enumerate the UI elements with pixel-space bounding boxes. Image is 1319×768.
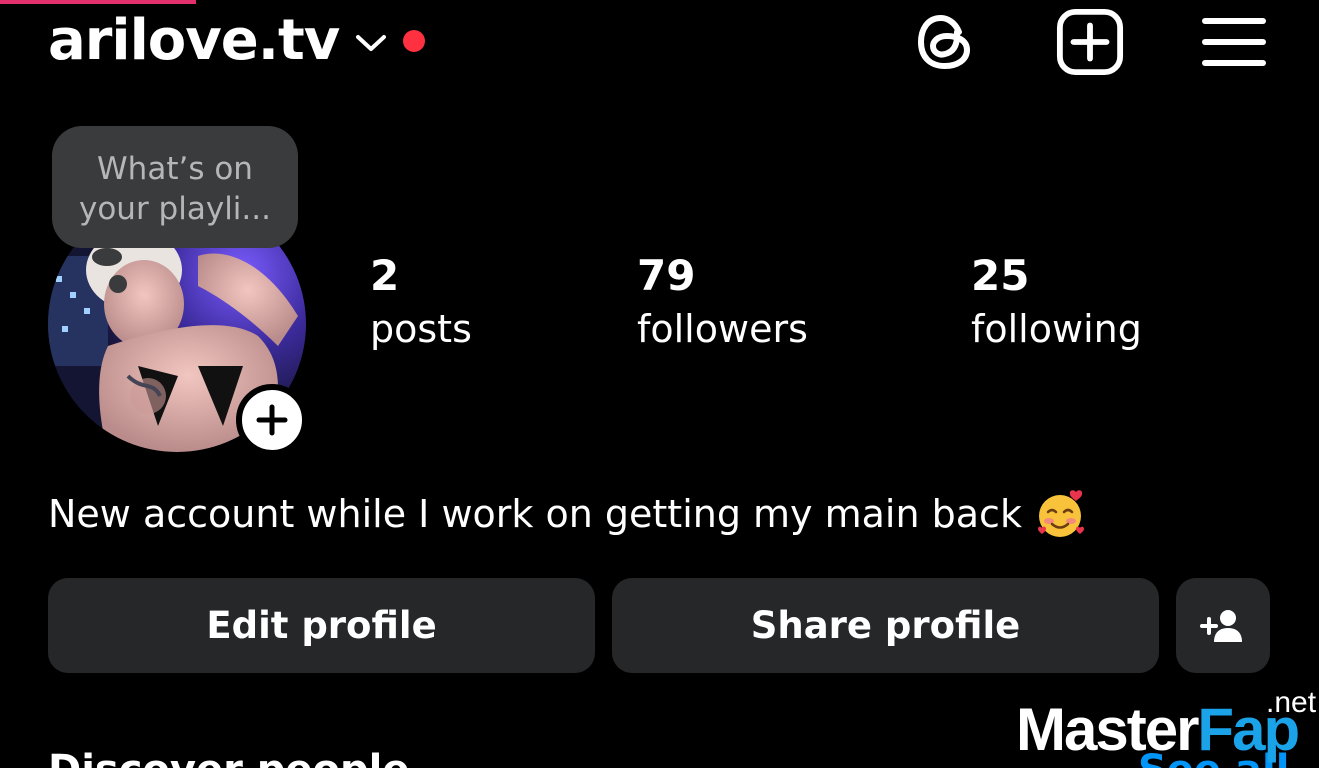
posts-count: 2 [370,251,400,300]
plus-icon [256,404,288,436]
share-profile-label: Share profile [750,604,1021,647]
profile-screen: arilove.tv What’s on your playli... 2 po… [0,0,1319,768]
notification-dot [403,30,426,52]
add-person-icon [1200,609,1242,642]
watermark-suffix: .net [1266,686,1317,719]
following-stat[interactable]: 25 following [971,252,1142,358]
followers-label: followers [637,307,808,351]
posts-stat[interactable]: 2 posts [370,252,472,358]
smiling-face-with-hearts-emoji [1037,490,1084,537]
followers-count: 79 [637,251,696,300]
chevron-down-icon[interactable] [355,33,387,53]
edit-profile-button[interactable]: Edit profile [48,578,595,673]
bio: New account while I work on getting my m… [48,486,1088,542]
profile-header: arilove.tv [48,6,426,76]
top-accent-bar [0,0,196,4]
following-label: following [971,307,1142,351]
note-text-line2: your playli... [79,191,271,227]
note-tail-small [109,275,127,293]
threads-icon[interactable] [912,8,980,76]
create-post-icon[interactable] [1056,8,1124,76]
menu-icon[interactable] [1200,8,1268,76]
add-story-button[interactable] [236,384,308,456]
discover-people-button[interactable] [1176,578,1270,673]
followers-stat[interactable]: 79 followers [637,252,808,358]
username[interactable]: arilove.tv [48,13,340,69]
edit-profile-label: Edit profile [206,604,437,647]
share-profile-button[interactable]: Share profile [612,578,1159,673]
note-text-line1: What’s on [97,151,253,187]
following-count: 25 [971,251,1030,300]
note-tail [92,248,122,266]
watermark-part1: Master [1016,696,1199,763]
watermark-logo: Master Fap [1016,696,1300,763]
discover-people-title: Discover people [48,748,409,768]
note-bubble[interactable]: What’s on your playli... [52,126,298,248]
posts-label: posts [370,307,472,351]
bio-text: New account while I work on getting my m… [48,492,1022,536]
